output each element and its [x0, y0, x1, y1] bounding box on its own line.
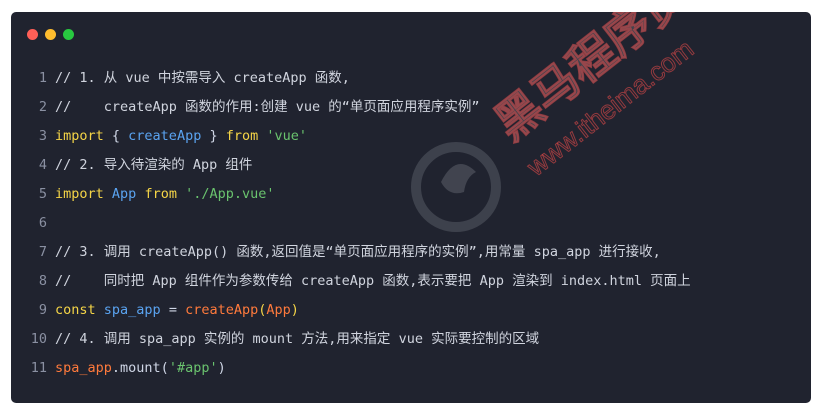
code-token: { — [103, 128, 129, 144]
code-token: 'vue' — [266, 128, 308, 144]
code-line: 9 const spa_app = createApp(App) — [11, 296, 811, 325]
line-number: 10 — [30, 331, 47, 347]
code-token: = — [160, 302, 186, 318]
line-number: 9 — [38, 302, 47, 318]
code-token: // 1. 从 vue 中按需导入 createApp 函数, — [55, 70, 350, 86]
code-token: '#app' — [168, 360, 218, 376]
code-line: 8 // 同时把 App 组件作为参数传给 createApp 函数,表示要把 A… — [11, 267, 811, 296]
line-number: 4 — [38, 157, 47, 173]
code-token: createApp — [185, 302, 259, 318]
code-token: // 2. 导入待渲染的 App 组件 — [55, 157, 253, 173]
line-number: 3 — [38, 128, 47, 144]
code-line: 1 // 1. 从 vue 中按需导入 createApp 函数, — [11, 64, 811, 93]
line-number: 6 — [38, 215, 47, 231]
close-window-icon[interactable] — [27, 29, 38, 40]
code-token: // 3. 调用 createApp() 函数,返回值是“单页面应用程序的实例”… — [55, 244, 661, 260]
code-line: 5 import App from './App.vue' — [11, 180, 811, 209]
code-token: // 同时把 App 组件作为参数传给 createApp 函数,表示要把 Ap… — [55, 273, 691, 289]
code-token: spa_app — [103, 302, 161, 318]
code-token: .mount( — [111, 360, 169, 376]
line-number: 1 — [38, 70, 47, 86]
line-number: 7 — [38, 244, 47, 260]
code-line: 3 import { createApp } from 'vue' — [11, 122, 811, 151]
code-token: // createApp 函数的作用:创建 vue 的“单页面应用程序实例” — [55, 99, 480, 115]
code-window: 黑马程序员 www.itheima.com 1// 1. 从 vue 中按需导入… — [11, 12, 811, 403]
code-token: App — [266, 302, 291, 318]
code-token: createApp — [128, 128, 202, 144]
code-token: App — [111, 186, 137, 202]
code-token: './App.vue' — [185, 186, 275, 202]
code-line: 10 // 4. 调用 spa_app 实例的 mount 方法,用来指定 vue… — [11, 325, 811, 354]
code-line: 6 — [11, 209, 811, 238]
code-token: spa_app — [55, 360, 112, 376]
code-token: } — [201, 128, 226, 144]
code-token: from — [144, 186, 177, 202]
maximize-window-icon[interactable] — [63, 29, 74, 40]
code-token: // 4. 调用 spa_app 实例的 mount 方法,用来指定 vue 实… — [55, 331, 540, 347]
line-number: 5 — [38, 186, 47, 202]
line-number: 8 — [38, 273, 47, 289]
code-token: from — [225, 128, 259, 144]
code-line: 4 // 2. 导入待渲染的 App 组件 — [11, 151, 811, 180]
code-token: ) — [290, 302, 299, 318]
line-number: 11 — [30, 360, 47, 376]
code-token: ) — [217, 360, 226, 376]
window-controls — [27, 29, 74, 40]
code-line: 2 // createApp 函数的作用:创建 vue 的“单页面应用程序实例” — [11, 93, 811, 122]
code-token: import — [55, 128, 104, 144]
minimize-window-icon[interactable] — [45, 29, 56, 40]
code-line: 7 // 3. 调用 createApp() 函数,返回值是“单页面应用程序的实例… — [11, 238, 811, 267]
line-number: 2 — [38, 99, 47, 115]
code-line: 11 spa_app.mount('#app') — [11, 354, 811, 383]
code-token: import — [55, 186, 104, 202]
code-token: const — [55, 302, 96, 318]
code-block: 1 // 1. 从 vue 中按需导入 createApp 函数, 2 // crea… — [11, 64, 811, 383]
